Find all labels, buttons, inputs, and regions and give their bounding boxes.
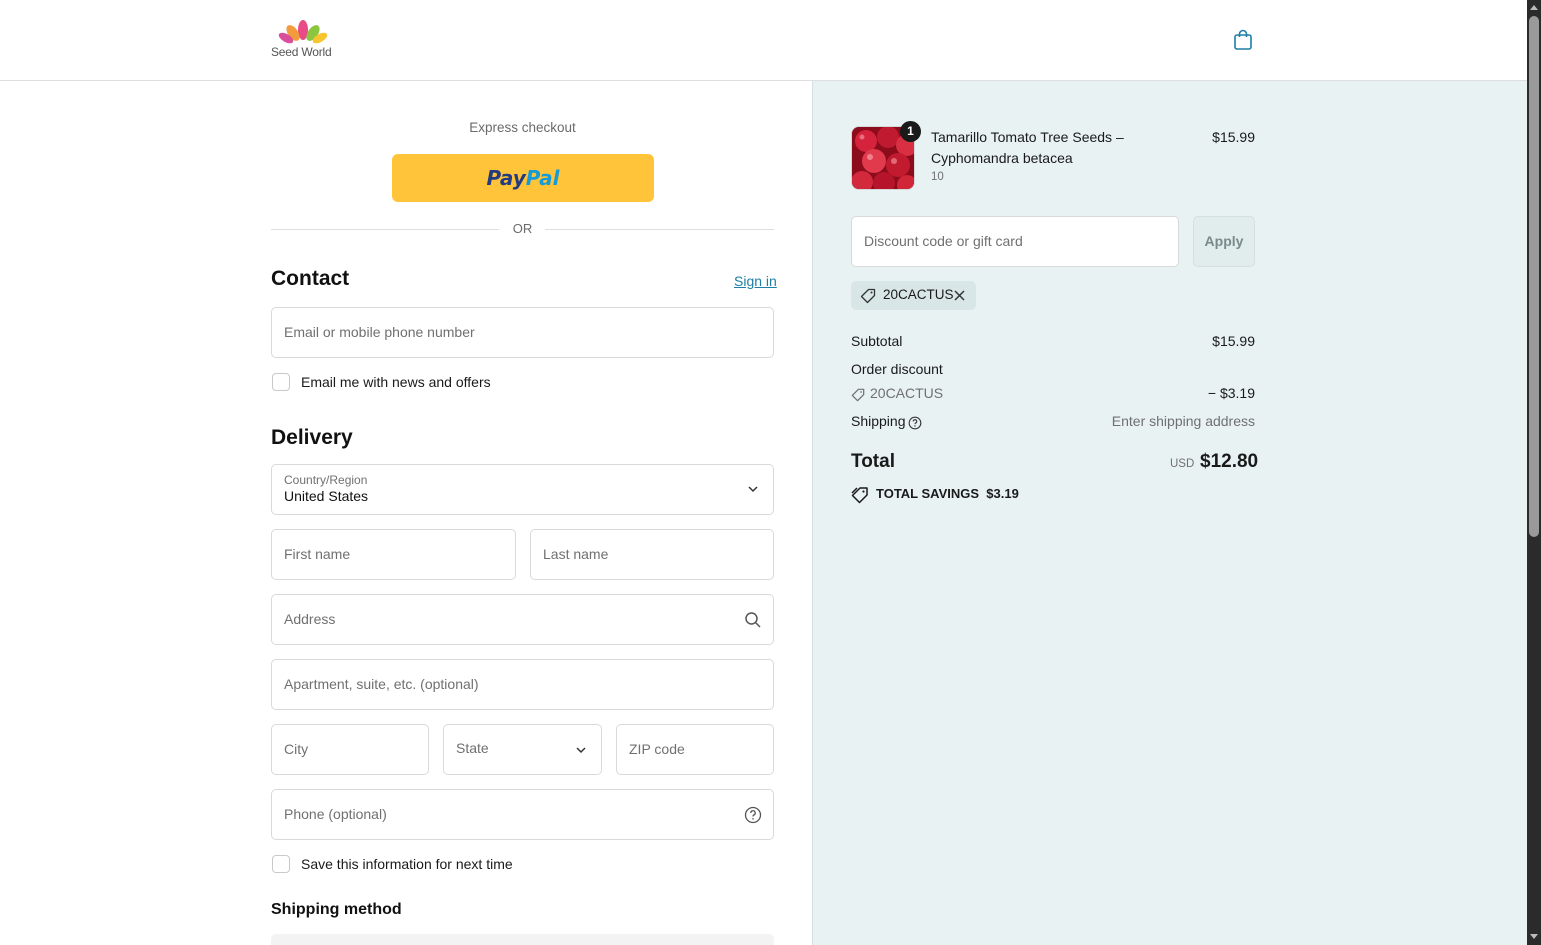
news-checkbox-row[interactable]: Email me with news and offers — [272, 373, 491, 391]
zip-field[interactable]: ZIP code — [616, 724, 774, 775]
phone-field[interactable]: Phone (optional) — [271, 789, 774, 840]
news-checkbox-label: Email me with news and offers — [301, 374, 491, 390]
delivery-title: Delivery — [271, 426, 353, 449]
first-name-placeholder: First name — [284, 546, 351, 562]
scroll-up-arrow-icon[interactable] — [1530, 5, 1538, 10]
paypal-logo-text-pal: Pal — [525, 166, 560, 190]
apply-discount-button[interactable]: Apply — [1193, 216, 1255, 267]
contact-title: Contact — [271, 267, 350, 290]
product-variant: 10 — [931, 171, 944, 183]
order-discount-label: Order discount — [851, 361, 943, 377]
total-savings-label: TOTAL SAVINGS — [876, 486, 980, 501]
tag-icon — [860, 288, 876, 304]
state-select[interactable]: State — [443, 724, 602, 775]
shipping-method-title: Shipping method — [271, 901, 402, 918]
discount-code-label: 20CACTUS — [870, 385, 944, 401]
paypal-button[interactable]: Pay Pal — [392, 154, 654, 202]
city-placeholder: City — [284, 741, 309, 757]
last-name-field[interactable]: Last name — [530, 529, 774, 580]
help-circle-icon[interactable] — [908, 416, 922, 430]
order-summary-panel — [812, 81, 1527, 945]
site-header: Seed World — [0, 0, 1527, 81]
tag-icon — [851, 388, 865, 402]
phone-placeholder: Phone (optional) — [284, 806, 387, 822]
total-label: Total — [851, 451, 895, 472]
or-divider: OR — [271, 220, 774, 238]
shipping-value: Enter shipping address — [1111, 413, 1255, 429]
state-placeholder: State — [456, 740, 489, 756]
subtotal-label: Subtotal — [851, 333, 903, 349]
applied-discount-tag: 20CACTUS — [851, 281, 976, 310]
address-placeholder: Address — [284, 611, 336, 627]
last-name-placeholder: Last name — [543, 546, 609, 562]
country-value: United States — [284, 488, 369, 504]
subtotal-value: $15.99 — [1212, 333, 1255, 349]
search-icon — [745, 612, 761, 628]
savings-tag-icon — [851, 487, 868, 504]
help-circle-icon[interactable] — [744, 806, 762, 824]
email-placeholder: Email or mobile phone number — [284, 324, 475, 340]
shipping-label: Shipping — [851, 413, 906, 429]
address-field[interactable]: Address — [271, 594, 774, 645]
discount-value: − $3.19 — [1207, 385, 1255, 401]
product-price: $15.99 — [1212, 129, 1255, 145]
total-savings-value: $3.19 — [986, 486, 1019, 501]
country-label: Country/Region — [284, 473, 368, 487]
first-name-field[interactable]: First name — [271, 529, 516, 580]
remove-discount-icon[interactable] — [953, 289, 966, 302]
city-field[interactable]: City — [271, 724, 429, 775]
country-select[interactable]: Country/Region United States — [271, 464, 774, 515]
quantity-badge: 1 — [900, 121, 921, 142]
total-currency: USD — [1170, 458, 1195, 470]
chevron-down-icon — [748, 486, 758, 493]
news-checkbox[interactable] — [272, 373, 290, 391]
express-checkout-label: Express checkout — [469, 120, 576, 135]
sign-in-link[interactable]: Sign in — [734, 273, 777, 289]
save-info-label: Save this information for next time — [301, 856, 513, 872]
logo-text: Seed World — [271, 45, 332, 59]
save-info-checkbox-row[interactable]: Save this information for next time — [272, 855, 513, 873]
product-name: Tamarillo Tomato Tree Seeds – Cyphomandr… — [931, 129, 1124, 166]
zip-placeholder: ZIP code — [629, 741, 685, 757]
shopping-bag-icon[interactable] — [1231, 28, 1255, 52]
page-scrollbar[interactable] — [1527, 0, 1541, 945]
store-logo[interactable]: Seed World — [271, 20, 341, 62]
scroll-thumb[interactable] — [1529, 16, 1539, 537]
discount-code-input[interactable]: Discount code or gift card — [851, 216, 1179, 267]
chevron-down-icon — [576, 747, 586, 754]
save-info-checkbox[interactable] — [272, 855, 290, 873]
total-value: $12.80 — [1200, 451, 1259, 472]
lotus-logo-icon — [278, 20, 328, 44]
or-label: OR — [512, 221, 533, 236]
applied-code-text: 20CACTUS — [883, 287, 954, 302]
apartment-placeholder: Apartment, suite, etc. (optional) — [284, 676, 479, 692]
total-savings: TOTAL SAVINGS $3.19 — [876, 486, 1019, 501]
scroll-down-arrow-icon[interactable] — [1530, 934, 1538, 939]
email-field[interactable]: Email or mobile phone number — [271, 307, 774, 358]
discount-placeholder: Discount code or gift card — [864, 233, 1023, 249]
paypal-logo-text-pay: Pay — [486, 166, 526, 190]
shipping-method-placeholder-box — [271, 934, 774, 945]
apartment-field[interactable]: Apartment, suite, etc. (optional) — [271, 659, 774, 710]
